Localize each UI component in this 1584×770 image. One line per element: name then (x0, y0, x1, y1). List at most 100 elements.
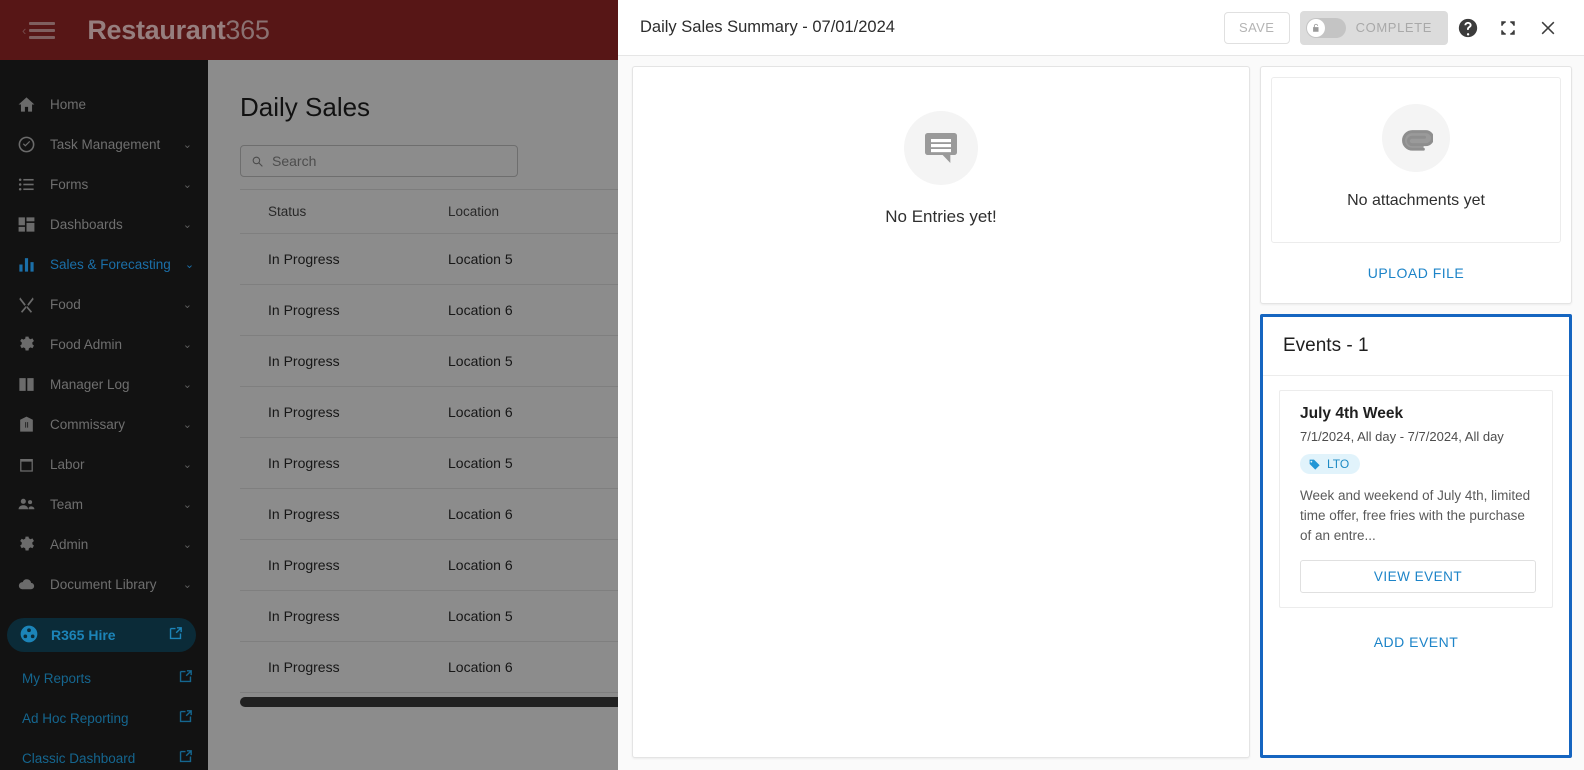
sidebar-item-label: Manager Log (50, 376, 130, 392)
add-event-button[interactable]: ADD EVENT (1263, 608, 1569, 668)
event-date-range: 7/1/2024, All day - 7/7/2024, All day (1300, 429, 1504, 444)
check-circle-icon (16, 134, 36, 154)
fullscreen-icon (1501, 20, 1515, 35)
gear-icon (16, 334, 36, 354)
sidebar-link-classic-dashboard[interactable]: Classic Dashboard (0, 738, 208, 770)
sidebar-item-label: Commissary (50, 416, 126, 432)
sidebar-item-label: Forms (50, 176, 89, 192)
save-button[interactable]: SAVE (1223, 11, 1290, 44)
r365-hire-icon (19, 624, 39, 647)
help-button[interactable] (1448, 8, 1488, 48)
attachments-empty-illustration (1382, 104, 1450, 172)
entries-empty-illustration (904, 111, 978, 185)
close-button[interactable] (1528, 8, 1568, 48)
chevron-down-icon: ⌄ (182, 378, 192, 391)
bar-chart-icon (16, 254, 36, 274)
sidebar-item-label: Team (50, 496, 84, 512)
sidebar-item-document-library[interactable]: Document Library ⌄ (0, 564, 208, 604)
chevron-down-icon: ⌄ (182, 458, 192, 471)
events-title: Events - 1 (1283, 335, 1369, 356)
sidebar-item-forms[interactable]: Forms ⌄ (0, 164, 208, 204)
people-icon (16, 494, 36, 514)
sidebar-item-label: Labor (50, 456, 85, 472)
chevron-down-icon: ⌄ (182, 338, 192, 351)
paperclip-icon (1402, 130, 1433, 151)
entries-empty-text: No Entries yet! (885, 207, 997, 226)
sidebar-item-home[interactable]: Home (0, 84, 208, 124)
comment-lines-icon (925, 133, 957, 163)
sidebar-item-label: Task Management (50, 136, 161, 152)
sidebar-item-team[interactable]: Team ⌄ (0, 484, 208, 524)
entries-panel: No Entries yet! (632, 66, 1250, 758)
chevron-down-icon: ⌄ (182, 578, 192, 591)
toggle-knob (1306, 18, 1325, 37)
events-list: July 4th Week 7/1/2024, All day - 7/7/20… (1263, 376, 1569, 609)
complete-toggle-button[interactable]: COMPLETE (1299, 10, 1448, 45)
event-card[interactable]: July 4th Week 7/1/2024, All day - 7/7/20… (1279, 390, 1553, 609)
help-icon (1458, 18, 1478, 37)
sidebar-item-admin[interactable]: Admin ⌄ (0, 524, 208, 564)
home-icon (16, 94, 36, 114)
chevron-down-icon: ⌄ (182, 538, 192, 551)
modal-right-column: No attachments yet UPLOAD FILE Events - … (1260, 66, 1572, 758)
sidebar-link-label: Classic Dashboard (22, 750, 136, 766)
tag-icon (1309, 459, 1320, 470)
complete-label: COMPLETE (1355, 20, 1432, 35)
chevron-down-icon: ⌄ (182, 498, 192, 511)
sidebar-link-ad-hoc-reporting[interactable]: Ad Hoc Reporting (0, 698, 208, 738)
sidebar-item-manager-log[interactable]: Manager Log ⌄ (0, 364, 208, 404)
upload-file-button[interactable]: UPLOAD FILE (1271, 243, 1561, 293)
modal-backdrop-top (0, 0, 618, 60)
attachments-panel: No attachments yet UPLOAD FILE (1260, 66, 1572, 304)
attachments-empty-area: No attachments yet (1271, 77, 1561, 243)
events-panel: Events - 1 July 4th Week 7/1/2024, All d… (1260, 314, 1572, 758)
sidebar-item-food[interactable]: Food ⌄ (0, 284, 208, 324)
sidebar-item-label: Food Admin (50, 336, 123, 352)
sidebar-item-food-admin[interactable]: Food Admin ⌄ (0, 324, 208, 364)
book-icon (16, 374, 36, 394)
sidebar-item-label: Admin (50, 536, 89, 552)
warehouse-icon (16, 414, 36, 434)
sidebar-item-labor[interactable]: Labor ⌄ (0, 444, 208, 484)
sidebar-nav: Home Task Management ⌄ Forms ⌄ Dashboard… (0, 60, 208, 770)
gear-icon (16, 534, 36, 554)
event-tag-label: LTO (1327, 457, 1350, 471)
event-name: July 4th Week (1300, 405, 1404, 422)
view-event-button[interactable]: VIEW EVENT (1300, 560, 1536, 594)
sidebar-link-label: Ad Hoc Reporting (22, 710, 129, 726)
complete-toggle[interactable] (1305, 17, 1346, 38)
event-description: Week and weekend of July 4th, limited ti… (1300, 487, 1531, 544)
chevron-down-icon: ⌄ (184, 258, 195, 271)
list-icon (16, 174, 36, 194)
sidebar-link-my-reports[interactable]: My Reports (0, 658, 208, 698)
sidebar-item-dashboards[interactable]: Dashboards ⌄ (0, 204, 208, 244)
chevron-down-icon: ⌄ (182, 418, 192, 431)
modal-header: Daily Sales Summary - 07/01/2024 SAVE CO… (618, 0, 1584, 56)
chevron-down-icon: ⌄ (182, 298, 192, 311)
sidebar-item-label: Document Library (50, 576, 157, 592)
grid-icon (16, 214, 36, 234)
events-header: Events - 1 (1263, 317, 1569, 376)
sidebar-item-label: Dashboards (50, 216, 123, 232)
calendar-icon (16, 454, 36, 474)
chevron-down-icon: ⌄ (182, 218, 192, 231)
chevron-down-icon: ⌄ (182, 138, 192, 151)
external-link-icon (167, 625, 184, 645)
sidebar-item-r365-hire[interactable]: R365 Hire (7, 618, 196, 652)
modal-body: No Entries yet! No attachments yet UPLOA… (618, 56, 1584, 770)
sidebar-item-sales-forecasting[interactable]: Sales & Forecasting ⌄ (0, 244, 208, 284)
sidebar-item-label: Food (50, 296, 81, 312)
cloud-icon (16, 574, 36, 594)
close-icon (1541, 21, 1555, 34)
sidebar-item-commissary[interactable]: Commissary ⌄ (0, 404, 208, 444)
lock-icon (1312, 23, 1319, 32)
sidebar-item-task-management[interactable]: Task Management ⌄ (0, 124, 208, 164)
daily-sales-summary-modal: Daily Sales Summary - 07/01/2024 SAVE CO… (618, 0, 1584, 770)
fullscreen-button[interactable] (1488, 8, 1528, 48)
modal-title: Daily Sales Summary - 07/01/2024 (640, 18, 895, 36)
external-link-icon (177, 668, 194, 688)
attachments-empty-text: No attachments yet (1347, 192, 1485, 209)
sidebar-link-label: My Reports (22, 670, 92, 686)
chevron-down-icon: ⌄ (182, 178, 192, 191)
external-link-icon (177, 708, 194, 728)
